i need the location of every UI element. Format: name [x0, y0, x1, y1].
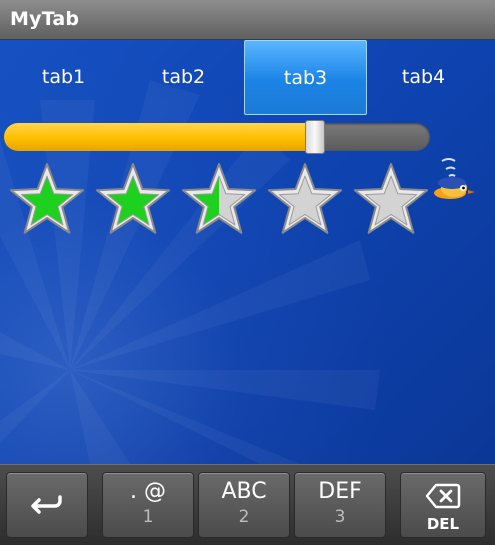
star-2[interactable]	[93, 160, 173, 240]
delete-label: DEL	[426, 515, 460, 533]
content-area: tab1 tab2 tab3 tab4	[0, 40, 495, 464]
star-rating[interactable]	[7, 160, 437, 240]
delete-key[interactable]: DEL	[400, 472, 486, 538]
star-3[interactable]	[179, 160, 259, 240]
dialer-keyboard: . @ 1 ABC 2 DEF 3 DEL	[0, 464, 495, 545]
key-2-number: 2	[238, 507, 250, 527]
star-5[interactable]	[351, 160, 431, 240]
app-title: MyTab	[10, 8, 80, 30]
tab-bar: tab1 tab2 tab3 tab4	[0, 40, 495, 115]
backspace-icon	[425, 483, 461, 509]
tab-2[interactable]: tab2	[122, 40, 245, 115]
key-3-main: DEF	[318, 479, 362, 504]
key-1-number: 1	[142, 507, 154, 527]
seek-bar[interactable]	[4, 120, 430, 154]
seek-progress	[4, 123, 315, 151]
key-2-main: ABC	[221, 479, 267, 504]
seek-track[interactable]	[4, 123, 430, 151]
back-arrow-icon	[31, 495, 62, 514]
star-1[interactable]	[7, 160, 87, 240]
key-3-number: 3	[334, 507, 346, 527]
key-2[interactable]: ABC 2	[198, 472, 290, 538]
key-1[interactable]: . @ 1	[102, 472, 194, 538]
tab-1[interactable]: tab1	[2, 40, 125, 115]
tab-4[interactable]: tab4	[362, 40, 485, 115]
star-4[interactable]	[265, 160, 345, 240]
key-1-main: . @	[130, 479, 166, 504]
title-bar: MyTab	[0, 0, 495, 40]
seek-thumb[interactable]	[304, 120, 325, 154]
tab-3[interactable]: tab3	[244, 40, 367, 115]
key-3[interactable]: DEF 3	[294, 472, 386, 538]
back-key[interactable]	[6, 472, 88, 538]
